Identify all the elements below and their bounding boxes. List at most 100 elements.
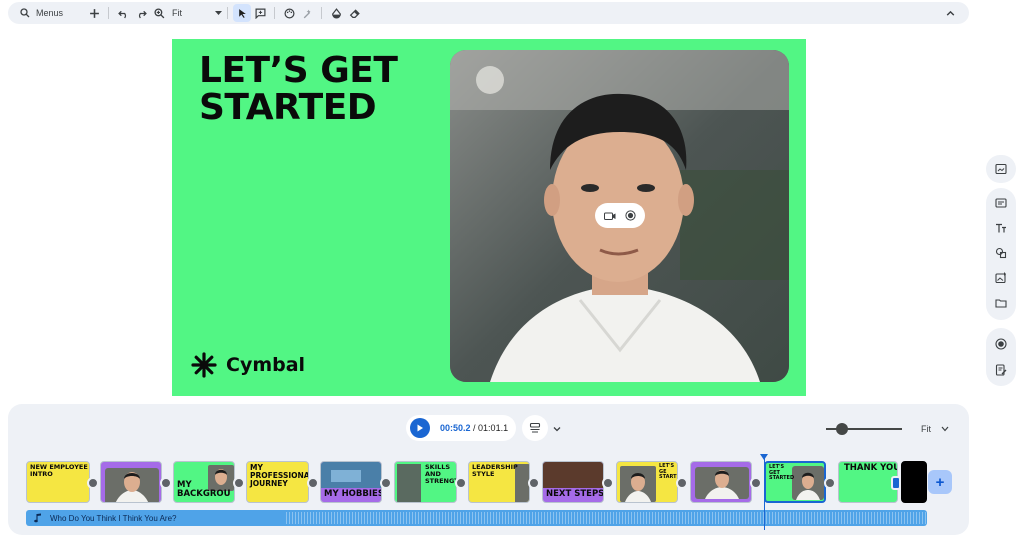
- theme-button[interactable]: [280, 4, 298, 22]
- chevron-up-icon: [946, 10, 954, 16]
- background-button[interactable]: [327, 4, 345, 22]
- insert-image-button[interactable]: [990, 267, 1012, 289]
- slide-title-line-1: LET’S GET: [199, 50, 398, 91]
- camera-switch-icon[interactable]: [604, 211, 616, 221]
- toolbar-divider: [108, 7, 110, 19]
- cursor-icon: [238, 8, 246, 18]
- clip-thumbnail[interactable]: MY BACKGROU: [173, 461, 235, 503]
- clip-strip: NEW EMPLOYEE INTRO MY BACKGROU MY PROFES…: [26, 461, 927, 505]
- transition-icon-selected[interactable]: [891, 476, 901, 490]
- edit-script-button[interactable]: [990, 359, 1012, 381]
- side-rail-record: [986, 328, 1016, 386]
- clip-thumbnail[interactable]: LET'S GE STARTED: [616, 461, 678, 503]
- presenter-thumb-image: [695, 467, 749, 499]
- shapes-button[interactable]: [990, 242, 1012, 264]
- menus-search-button[interactable]: Menus: [18, 4, 69, 22]
- transition-icon[interactable]: [528, 477, 540, 489]
- record-button[interactable]: [990, 333, 1012, 355]
- clip-thumbnail[interactable]: NEW EMPLOYEE INTRO: [26, 461, 90, 503]
- plus-icon: [89, 8, 99, 18]
- clip-label: MY PROFESSIONAL JOURNEY: [250, 463, 309, 488]
- image-slide-icon: [995, 163, 1007, 175]
- add-button[interactable]: [85, 4, 103, 22]
- add-clip-button[interactable]: +: [928, 470, 952, 494]
- clip-label: NEXT STEPS: [546, 489, 604, 499]
- palette-icon: [284, 7, 295, 19]
- transition-icon[interactable]: [87, 477, 99, 489]
- comment-button[interactable]: [251, 4, 269, 22]
- transition-icon[interactable]: [307, 477, 319, 489]
- playhead[interactable]: [764, 458, 765, 530]
- total-time: 01:01.1: [478, 423, 509, 433]
- magic-button[interactable]: [298, 4, 316, 22]
- redo-button[interactable]: [132, 4, 150, 22]
- add-image-icon: [995, 272, 1006, 284]
- brand-logo[interactable]: Cymbal: [191, 352, 305, 378]
- folder-button[interactable]: [990, 292, 1012, 314]
- eraser-button[interactable]: [345, 4, 363, 22]
- timeline-zoom-thumb[interactable]: [836, 423, 848, 435]
- clip-thumbnail[interactable]: [901, 461, 927, 503]
- clip-label: NEW EMPLOYEE INTRO: [30, 463, 88, 478]
- clip-thumbnail[interactable]: [100, 461, 162, 503]
- undo-button[interactable]: [114, 4, 132, 22]
- timeline-fit-select[interactable]: Fit: [921, 424, 949, 434]
- transition-icon[interactable]: [602, 477, 614, 489]
- side-rail-insert: [986, 188, 1016, 320]
- camera-video-frame[interactable]: [450, 50, 789, 382]
- chevron-down-icon: [941, 426, 949, 432]
- clip-thumbnail[interactable]: MY PROFESSIONAL JOURNEY: [246, 461, 309, 503]
- clip-thumbnail[interactable]: [690, 461, 752, 503]
- audio-track[interactable]: Who Do You Think I Think You Are?: [26, 510, 927, 526]
- text-button[interactable]: [990, 217, 1012, 239]
- clip-thumbnail[interactable]: THANK YOU: [838, 461, 898, 503]
- zoom-value: Fit: [172, 8, 183, 18]
- layout-dropdown-button[interactable]: [552, 421, 562, 439]
- camera-controls-pill: [595, 203, 645, 228]
- transition-icon[interactable]: [455, 477, 467, 489]
- side-rail-top: [986, 155, 1016, 183]
- record-icon[interactable]: [625, 210, 636, 221]
- shapes-icon: [995, 247, 1007, 259]
- clip-label: MY BACKGROU: [177, 480, 231, 499]
- audio-waveform: [286, 512, 927, 524]
- playhead-handle[interactable]: [760, 454, 768, 460]
- slide-panel-button[interactable]: [990, 158, 1012, 180]
- slide-title[interactable]: LET’S GET STARTED: [199, 52, 429, 126]
- clip-thumbnail[interactable]: MY HOBBIES: [320, 461, 382, 503]
- add-comment-icon: [255, 7, 266, 19]
- brand-name: Cymbal: [226, 354, 306, 376]
- collapse-toolbar-button[interactable]: [941, 4, 959, 22]
- transition-icon[interactable]: [750, 477, 762, 489]
- zoom-button[interactable]: [150, 4, 168, 22]
- cymbal-asterisk-icon: [191, 352, 217, 378]
- layout-icon: [995, 198, 1007, 208]
- clip-label: MY HOBBIES: [324, 489, 382, 499]
- clip-thumbnail[interactable]: SKILLS AND STRENGTI: [394, 461, 457, 503]
- clip-thumbnail-selected[interactable]: LET'S GET STARTED: [764, 461, 826, 503]
- select-tool-button[interactable]: [233, 4, 252, 22]
- clip-thumbnail[interactable]: LEADERSHIP STYLE: [468, 461, 530, 503]
- zoom-in-icon: [153, 7, 164, 18]
- toolbar-divider: [274, 7, 276, 19]
- layout-button[interactable]: [990, 192, 1012, 214]
- transition-icon[interactable]: [380, 477, 392, 489]
- clip-thumbnail[interactable]: NEXT STEPS: [542, 461, 604, 503]
- transition-icon[interactable]: [233, 477, 245, 489]
- play-button[interactable]: [410, 418, 430, 438]
- slide-canvas[interactable]: LET’S GET STARTED Cymbal: [172, 39, 806, 396]
- search-icon: [20, 8, 30, 18]
- timeline-panel: 00:50.2 / 01:01.1 Fit NEW EMPLOYEE INTRO…: [8, 404, 969, 535]
- folder-icon: [995, 299, 1007, 308]
- dropdown-arrow-icon: [215, 10, 223, 15]
- transition-icon[interactable]: [824, 477, 836, 489]
- caption-layout-button[interactable]: [522, 415, 548, 441]
- fit-label: Fit: [921, 424, 931, 434]
- toolbar-divider: [321, 7, 323, 19]
- audio-track-name: Who Do You Think I Think You Are?: [50, 513, 177, 523]
- transition-icon[interactable]: [160, 477, 172, 489]
- transition-icon[interactable]: [676, 477, 688, 489]
- current-time: 00:50.2: [440, 423, 471, 433]
- zoom-select[interactable]: Fit: [172, 8, 223, 18]
- playback-controls: 00:50.2 / 01:01.1: [406, 415, 516, 441]
